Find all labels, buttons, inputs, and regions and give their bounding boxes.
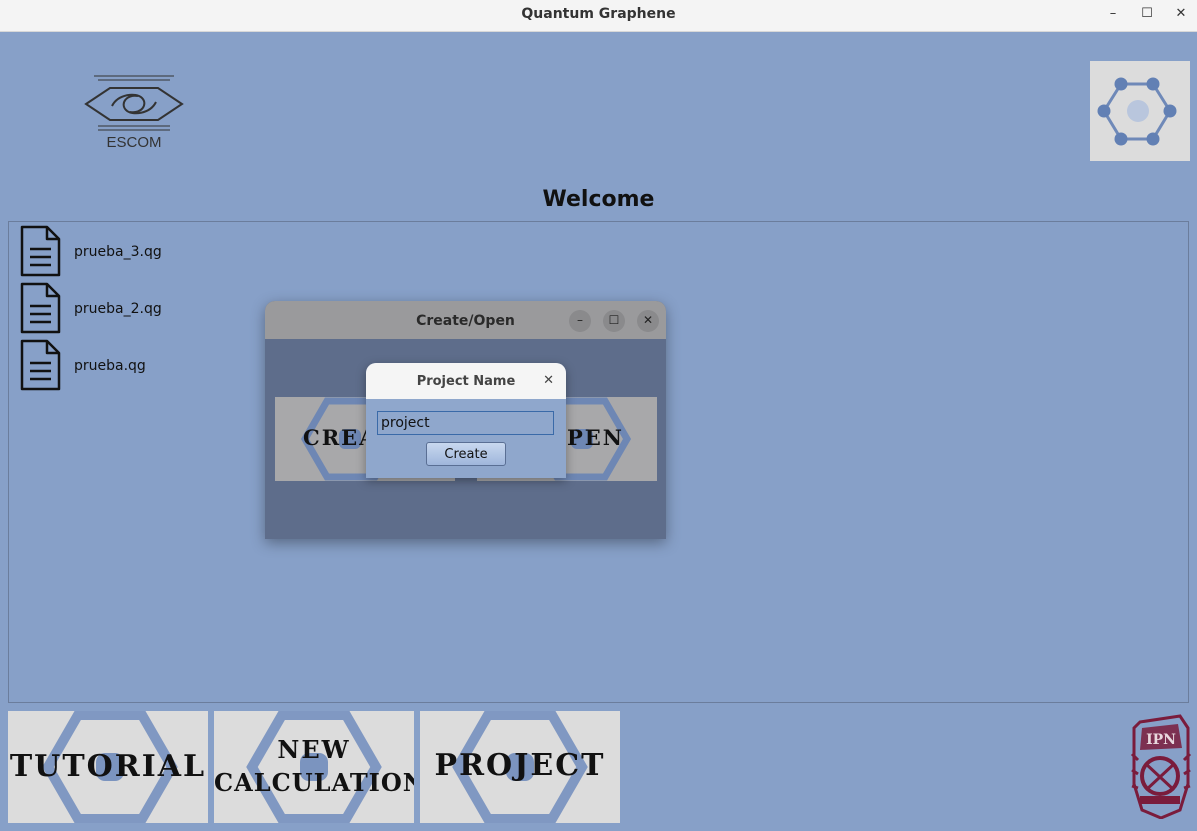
dialog-minimize-button[interactable]: – [569, 310, 591, 332]
escom-logo: ESCOM [84, 72, 184, 152]
welcome-heading: Welcome [542, 187, 655, 212]
file-item[interactable]: prueba.qg [19, 338, 219, 392]
close-icon[interactable]: ✕ [543, 373, 554, 388]
minimize-button[interactable]: – [1101, 4, 1125, 26]
dialog-close-button[interactable]: ✕ [637, 310, 659, 332]
hexagon-icon [246, 711, 382, 823]
graphene-hexagon-button[interactable] [1090, 61, 1190, 161]
project-button[interactable]: PROJECT [420, 711, 620, 823]
svg-text:IPN: IPN [1146, 732, 1176, 748]
calculation-label: CALCULATION [214, 768, 414, 797]
tutorial-label: TUTORIAL [9, 749, 207, 784]
project-name-title: Project Name [366, 363, 566, 399]
tutorial-button[interactable]: TUTORIAL [8, 711, 208, 823]
dialog-maximize-button[interactable]: ☐ [603, 310, 625, 332]
create-button[interactable]: Create [426, 442, 506, 466]
escom-logo-text: ESCOM [106, 134, 161, 151]
new-label: NEW [277, 735, 351, 764]
graphene-hexagon-icon [1097, 77, 1177, 146]
file-name: prueba_3.qg [74, 244, 162, 260]
ipn-logo: IPN [1130, 714, 1192, 820]
maximize-button[interactable]: ☐ [1135, 4, 1159, 26]
app-titlebar: Quantum Graphene – ☐ ✕ [0, 0, 1197, 32]
document-icon [20, 225, 61, 277]
project-name-dialog: Project Name ✕ Create [366, 363, 566, 478]
window-title: Quantum Graphene [521, 6, 676, 22]
project-label: PROJECT [434, 748, 606, 783]
new-calculation-button[interactable]: NEW CALCULATION [214, 711, 414, 823]
document-icon [20, 339, 61, 391]
project-name-input[interactable] [377, 411, 554, 435]
open-label: PEN [567, 425, 624, 450]
file-name: prueba.qg [74, 358, 146, 374]
document-icon [20, 282, 61, 334]
close-button[interactable]: ✕ [1169, 4, 1193, 26]
file-name: prueba_2.qg [74, 301, 162, 317]
file-item[interactable]: prueba_2.qg [19, 281, 219, 335]
file-item[interactable]: prueba_3.qg [19, 224, 219, 278]
